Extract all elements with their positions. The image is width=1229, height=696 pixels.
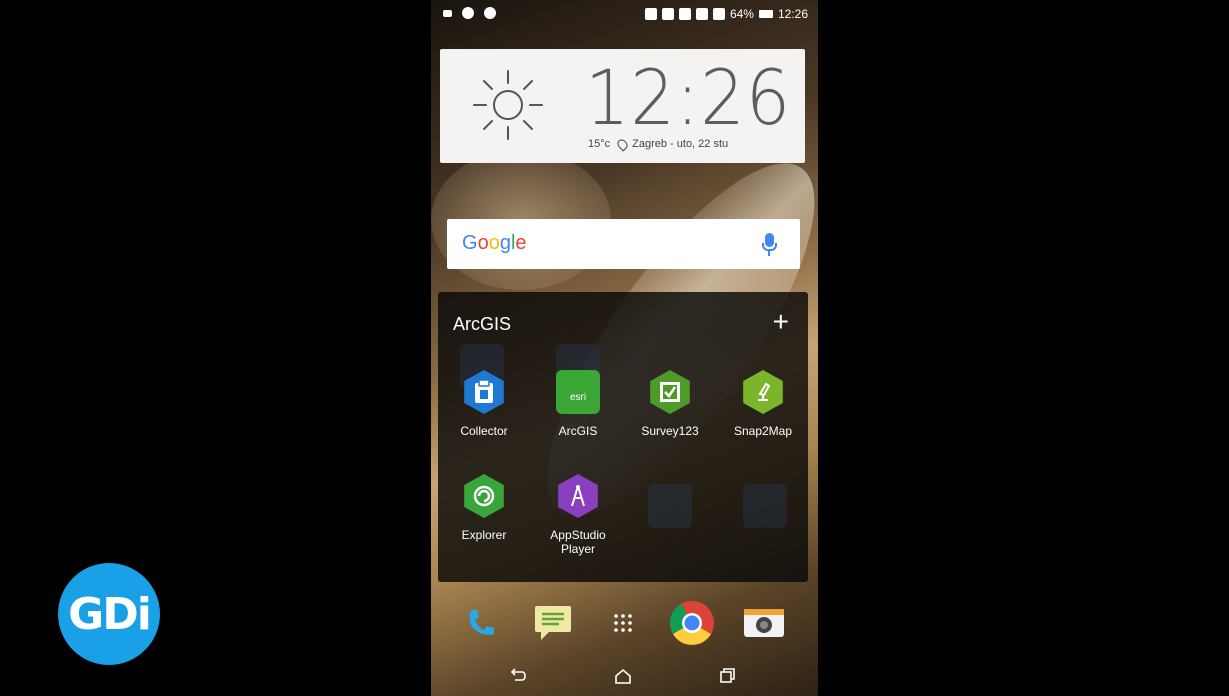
chrome-icon[interactable]: [667, 598, 717, 648]
clock-time: 12:26: [585, 53, 792, 142]
snap2map-icon: [743, 370, 783, 414]
phone-screen: 64% 12:26 12:26 15°c Zagreb - uto, 22 st…: [431, 0, 818, 696]
google-logo: Google: [462, 232, 527, 254]
mic-icon[interactable]: [762, 233, 777, 256]
video-icon: [443, 9, 452, 17]
app-appstudio-player[interactable]: AppStudio Player: [532, 474, 624, 556]
signal-icon: [712, 8, 725, 20]
app-label-line: Player: [560, 542, 595, 556]
collector-icon: [464, 370, 504, 414]
home-icon[interactable]: [614, 668, 632, 689]
app-collector[interactable]: Collector: [438, 370, 530, 438]
weather-info: 15°c Zagreb - uto, 22 stu: [588, 136, 729, 152]
app-snap2map[interactable]: Snap2Map: [717, 370, 809, 438]
ghost-icon: [648, 484, 692, 528]
app-label-line: AppStudio: [550, 528, 606, 542]
messages-icon[interactable]: [528, 598, 578, 648]
clock-weather-widget[interactable]: 12:26 15°c Zagreb - uto, 22 stu: [440, 49, 805, 163]
arcgis-folder: ArcGIS + Collector esri ArcGIS Survey123: [438, 292, 808, 582]
back-icon[interactable]: [509, 668, 527, 689]
gdi-logo: GDi: [58, 563, 160, 665]
vibrate-icon: [661, 8, 674, 20]
app-survey123[interactable]: Survey123: [624, 370, 716, 438]
skype-icon: [462, 7, 474, 19]
app-label: Collector: [460, 424, 508, 438]
recents-icon[interactable]: [719, 668, 735, 689]
battery-percent: 64%: [729, 7, 754, 21]
app-label: Snap2Map: [733, 424, 793, 438]
location-date: Zagreb - uto, 22 stu: [632, 138, 729, 150]
cast-icon: [644, 8, 657, 20]
location-pin-icon: [615, 136, 630, 152]
phone-icon[interactable]: [456, 598, 506, 648]
app-label: AppStudio Player: [532, 528, 624, 556]
arcgis-icon: esri: [556, 370, 600, 414]
battery-icon: [758, 10, 773, 18]
nfc-icon: [678, 8, 691, 20]
dock: [431, 590, 818, 658]
camera-icon[interactable]: [739, 598, 789, 648]
temperature: 15°c: [588, 138, 611, 150]
folder-add-button[interactable]: +: [773, 306, 789, 338]
status-left: [443, 7, 496, 19]
status-time: 12:26: [777, 7, 808, 21]
appstudio-icon: [558, 474, 598, 518]
sun-icon: [473, 70, 543, 140]
status-bar: 64% 12:26: [431, 0, 818, 26]
survey123-icon: [650, 370, 690, 414]
app-arcgis[interactable]: esri ArcGIS: [532, 370, 624, 438]
wifi-icon: [695, 8, 708, 20]
folder-title: ArcGIS: [453, 314, 512, 334]
app-explorer[interactable]: Explorer: [438, 474, 530, 542]
status-right: 64% 12:26: [644, 7, 808, 21]
app-label: ArcGIS: [558, 424, 598, 438]
google-search-bar[interactable]: Google: [447, 219, 800, 269]
navigation-bar: [431, 658, 818, 696]
gdi-logo-text: GDi: [68, 588, 152, 640]
app-drawer-icon[interactable]: [598, 598, 648, 648]
android-icon: [484, 7, 496, 19]
ghost-icon: [743, 484, 787, 528]
explorer-icon: [464, 474, 504, 518]
app-label: Survey123: [641, 424, 699, 438]
app-label: Explorer: [461, 528, 507, 542]
